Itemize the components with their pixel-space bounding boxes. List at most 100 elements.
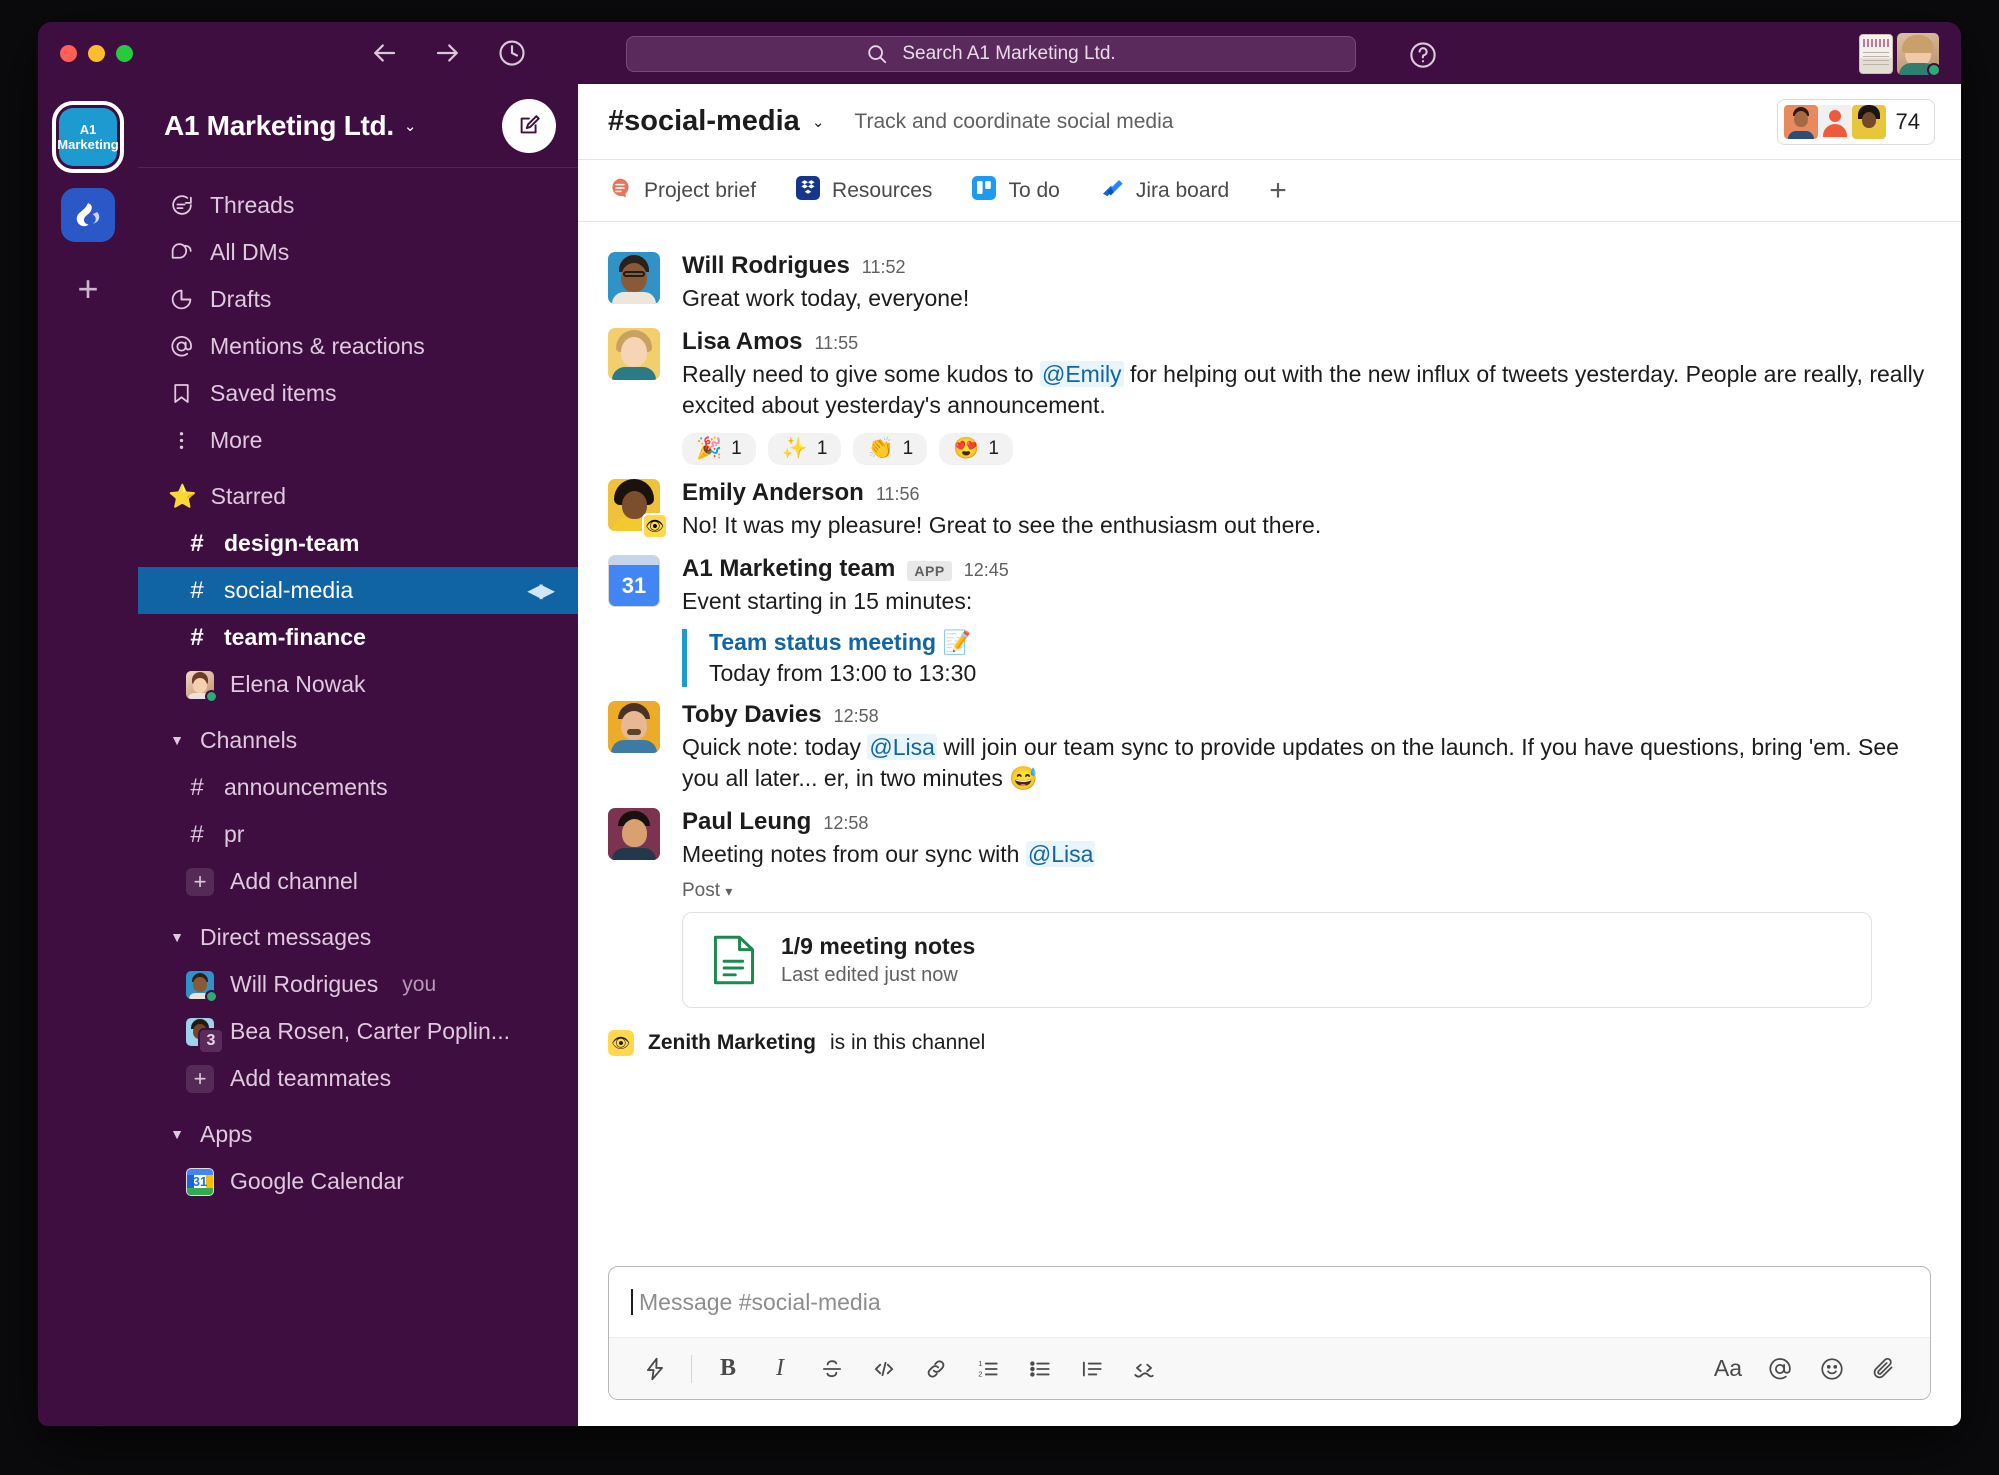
message-timestamp[interactable]: 12:58 bbox=[834, 706, 879, 727]
chevron-down-icon: ▼ bbox=[170, 732, 184, 748]
formatting-icon[interactable]: Aa bbox=[1702, 1347, 1754, 1391]
sidebar-section-label: Starred bbox=[210, 482, 287, 509]
message-timestamp[interactable]: 11:55 bbox=[814, 333, 858, 354]
search-input[interactable]: Search A1 Marketing Ltd. bbox=[626, 36, 1356, 72]
sidebar: A1 Marketing Ltd. ⌄ Threads All DMs Draf… bbox=[138, 84, 578, 1426]
sidebar-item-all-dms[interactable]: All DMs bbox=[138, 229, 578, 276]
sidebar-item-design-team[interactable]: # design-team bbox=[138, 520, 578, 567]
workspace-name[interactable]: A1 Marketing Ltd. bbox=[164, 110, 394, 142]
sidebar-section-channels[interactable]: ▼ Channels bbox=[138, 716, 578, 764]
message-timestamp[interactable]: 12:45 bbox=[964, 560, 1009, 581]
message-author[interactable]: Will Rodrigues bbox=[682, 252, 850, 280]
chevron-down-icon[interactable]: ⌄ bbox=[812, 113, 825, 131]
close-window-button[interactable] bbox=[60, 44, 77, 62]
forward-arrow-icon[interactable] bbox=[433, 38, 463, 68]
current-user-avatar[interactable] bbox=[1897, 33, 1939, 75]
attachment-icon[interactable] bbox=[1858, 1347, 1910, 1391]
bold-icon[interactable]: B bbox=[702, 1347, 754, 1391]
channel-topic[interactable]: Track and coordinate social media bbox=[854, 110, 1173, 134]
sidebar-item-threads[interactable]: Threads bbox=[138, 182, 578, 229]
document-preview-thumbnail[interactable] bbox=[1859, 34, 1893, 74]
sidebar-section-apps[interactable]: ▼ Apps bbox=[138, 1110, 578, 1158]
emoji-icon[interactable] bbox=[1806, 1347, 1858, 1391]
reaction-chip[interactable]: 👏 1 bbox=[853, 433, 928, 466]
message-author[interactable]: Paul Leung bbox=[682, 808, 811, 836]
sidebar-item-label: Saved items bbox=[210, 380, 337, 406]
message-timestamp[interactable]: 11:56 bbox=[876, 484, 920, 505]
sidebar-item-mentions-reactions[interactable]: Mentions & reactions bbox=[138, 323, 578, 370]
shortcuts-icon[interactable] bbox=[629, 1347, 681, 1391]
chevron-down-icon[interactable]: ⌄ bbox=[404, 117, 417, 135]
mention-lisa[interactable]: @Lisa bbox=[867, 734, 937, 761]
post-type-label[interactable]: Post ▾ bbox=[682, 880, 1931, 902]
message-text: Meeting notes from our sync with @Lisa bbox=[682, 839, 1931, 870]
message-input[interactable]: Message #social-media bbox=[609, 1267, 1930, 1337]
italic-icon[interactable]: I bbox=[754, 1347, 806, 1391]
message-timestamp[interactable]: 12:58 bbox=[823, 813, 868, 834]
maximize-window-button[interactable] bbox=[116, 44, 133, 62]
sidebar-item-more[interactable]: More bbox=[138, 417, 578, 464]
avatar[interactable] bbox=[608, 808, 660, 861]
message-composer[interactable]: Message #social-media B I 1 2 Aa bbox=[608, 1266, 1931, 1400]
tab-project-brief[interactable]: Project brief bbox=[608, 176, 756, 206]
compose-message-button[interactable] bbox=[502, 98, 556, 153]
reaction-chip[interactable]: 🎉 1 bbox=[682, 433, 756, 466]
sidebar-item-group-dm[interactable]: 3 Bea Rosen, Carter Poplin... bbox=[138, 1008, 578, 1055]
workspace-switcher-a1-marketing[interactable]: A1 Marketing bbox=[52, 101, 124, 173]
message-list: Will Rodrigues 11:52 Great work today, e… bbox=[578, 222, 1961, 1256]
blockquote-icon[interactable] bbox=[1066, 1347, 1118, 1391]
message-author[interactable]: Toby Davies bbox=[682, 701, 822, 729]
message-author[interactable]: A1 Marketing team bbox=[682, 555, 895, 583]
sidebar-item-social-media[interactable]: # social-media ◀▶ bbox=[138, 567, 578, 614]
code-icon[interactable] bbox=[858, 1347, 910, 1391]
code-block-icon[interactable] bbox=[1118, 1347, 1170, 1391]
member-count-button[interactable]: 74 bbox=[1776, 98, 1935, 145]
sidebar-item-drafts[interactable]: Drafts bbox=[138, 276, 578, 323]
sidebar-item-team-finance[interactable]: # team-finance bbox=[138, 614, 578, 661]
bulleted-list-icon[interactable] bbox=[1014, 1347, 1066, 1391]
minimize-window-button[interactable] bbox=[88, 44, 105, 62]
strikethrough-icon[interactable] bbox=[806, 1347, 858, 1391]
reaction-chip[interactable]: 😍 1 bbox=[939, 433, 1013, 466]
reaction-chip[interactable]: ✨ 1 bbox=[767, 433, 842, 466]
mention-lisa[interactable]: @Lisa bbox=[1025, 841, 1096, 868]
app-name[interactable]: Zenith Marketing bbox=[648, 1031, 816, 1055]
sidebar-section-starred[interactable]: ⭐ Starred bbox=[138, 472, 578, 520]
add-workspace-button[interactable]: + bbox=[63, 264, 113, 314]
channel-title[interactable]: #social-media bbox=[608, 105, 800, 138]
sidebar-item-add-teammates[interactable]: + Add teammates bbox=[138, 1055, 578, 1102]
sidebar-item-announcements[interactable]: # announcements bbox=[138, 764, 578, 811]
avatar[interactable] bbox=[608, 701, 660, 754]
mention-emily[interactable]: @Emily bbox=[1039, 361, 1124, 388]
message-item: 👁 Emily Anderson 11:56 No! It was my ple… bbox=[608, 465, 1931, 541]
tab-label: Project brief bbox=[644, 178, 757, 202]
sidebar-item-google-calendar[interactable]: 31 Google Calendar bbox=[138, 1158, 578, 1205]
avatar[interactable] bbox=[608, 252, 660, 304]
ordered-list-icon[interactable]: 12 bbox=[962, 1347, 1014, 1391]
tab-jira-board[interactable]: Jira board bbox=[1100, 176, 1229, 206]
avatar[interactable]: 👁 bbox=[608, 479, 668, 540]
back-arrow-icon[interactable] bbox=[369, 38, 399, 68]
mention-icon[interactable] bbox=[1754, 1347, 1806, 1391]
event-title[interactable]: Team status meeting 📝 bbox=[709, 629, 1931, 656]
app-avatar-google-calendar[interactable]: 31 bbox=[608, 555, 660, 608]
message-author[interactable]: Lisa Amos bbox=[682, 328, 802, 356]
message-author[interactable]: Emily Anderson bbox=[682, 479, 864, 507]
link-icon[interactable] bbox=[910, 1347, 962, 1391]
message-timestamp[interactable]: 11:52 bbox=[862, 257, 906, 278]
avatar[interactable] bbox=[608, 328, 660, 381]
sidebar-section-direct-messages[interactable]: ▼ Direct messages bbox=[138, 913, 578, 961]
sidebar-item-add-channel[interactable]: + Add channel bbox=[138, 858, 578, 905]
sidebar-item-will-rodrigues[interactable]: Will Rodrigues you bbox=[138, 961, 578, 1008]
document-icon bbox=[713, 934, 755, 986]
add-tab-button[interactable]: + bbox=[1269, 174, 1287, 208]
help-icon[interactable] bbox=[1408, 40, 1438, 70]
post-attachment-card[interactable]: 1/9 meeting notes Last edited just now bbox=[682, 912, 1872, 1009]
sidebar-item-saved-items[interactable]: Saved items bbox=[138, 370, 578, 417]
tab-resources[interactable]: Resources bbox=[796, 175, 932, 206]
tab-to-do[interactable]: To do bbox=[972, 175, 1060, 206]
sidebar-item-pr[interactable]: # pr bbox=[138, 811, 578, 858]
sidebar-item-elena-nowak[interactable]: Elena Nowak bbox=[138, 661, 578, 708]
clock-history-icon[interactable] bbox=[497, 38, 527, 68]
workspace-switcher-secondary[interactable] bbox=[61, 188, 115, 242]
